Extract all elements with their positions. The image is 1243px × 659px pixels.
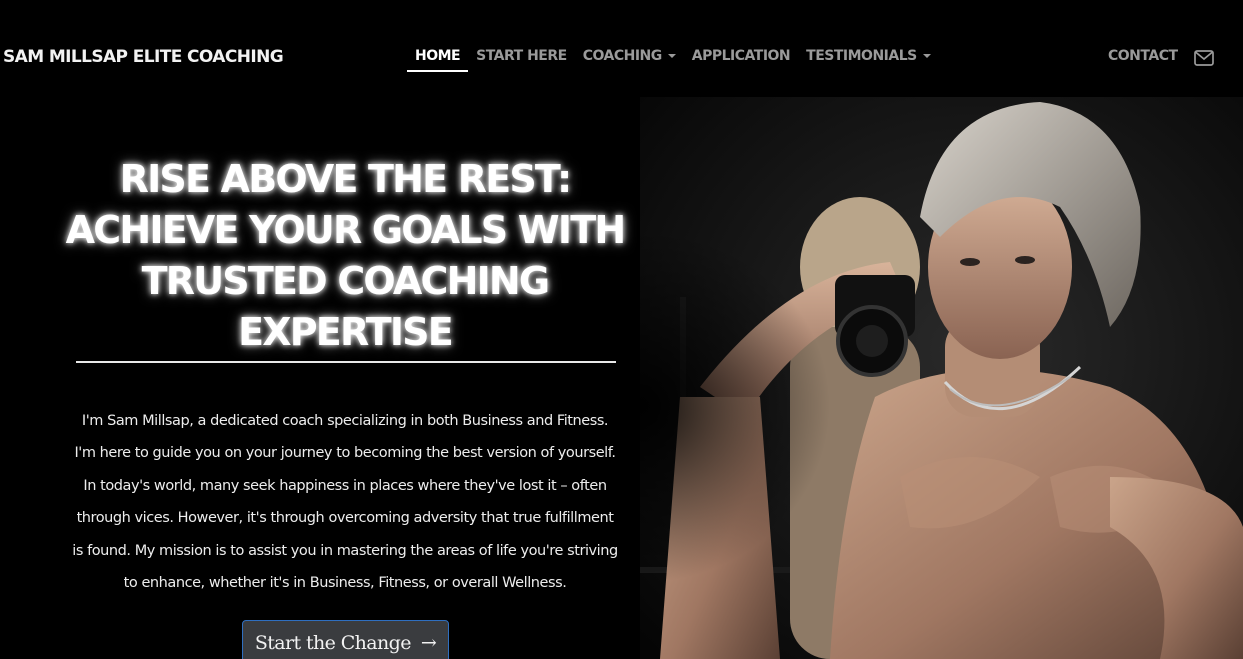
headline-line-4: EXPERTISE [238, 310, 454, 354]
nav-application[interactable]: APPLICATION [684, 46, 798, 72]
nav-home[interactable]: HOME [407, 46, 469, 72]
cta-label: Start the Change [254, 632, 412, 654]
nav-start-here[interactable]: START HERE [468, 46, 575, 72]
nav-coaching-label: COACHING [582, 48, 663, 64]
caret-down-icon [667, 54, 676, 58]
hero-section: RISE ABOVE THE REST: ACHIEVE YOUR GOALS … [0, 97, 690, 659]
arrow-right-icon: → [420, 632, 437, 654]
headline-line-2: ACHIEVE YOUR GOALS WITH [65, 208, 626, 252]
caret-down-icon [922, 54, 931, 58]
nav-application-label: APPLICATION [691, 48, 791, 64]
nav-coaching-dropdown[interactable]: COACHING [575, 46, 684, 72]
nav-home-label: HOME [415, 48, 461, 64]
hero-headline: RISE ABOVE THE REST: ACHIEVE YOUR GOALS … [60, 154, 630, 358]
envelope-icon[interactable] [1194, 50, 1214, 66]
headline-line-3: TRUSTED COACHING [141, 259, 550, 303]
top-navbar: SAM MILLSAP ELITE COACHING HOME START HE… [0, 0, 1243, 97]
coach-mirror-selfie-photo [640, 97, 1243, 659]
main-nav: HOME START HERE COACHING APPLICATION TES… [407, 46, 939, 72]
start-the-change-button[interactable]: Start the Change → [242, 620, 449, 659]
hero-intro-paragraph: I'm Sam Millsap, a dedicated coach speci… [72, 413, 618, 592]
headline-divider [76, 361, 616, 363]
nav-testimonials-dropdown[interactable]: TESTIMONIALS [798, 46, 939, 72]
brand-logo-text[interactable]: SAM MILLSAP ELITE COACHING [3, 47, 284, 67]
nav-contact[interactable]: CONTACT [1108, 48, 1178, 64]
nav-testimonials-label: TESTIMONIALS [806, 48, 917, 64]
nav-start-here-label: START HERE [476, 48, 567, 64]
headline-line-1: RISE ABOVE THE REST: [119, 157, 573, 201]
